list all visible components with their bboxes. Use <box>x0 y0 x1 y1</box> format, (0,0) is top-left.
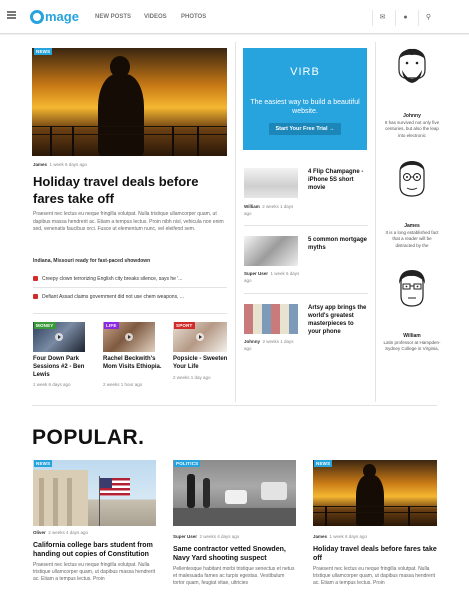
author-card: Johnny It has survived not only five cent… <box>383 113 441 139</box>
user-icon[interactable]: ● <box>395 10 415 26</box>
post-meta: Super User 2 weeks 4 days ago <box>173 534 239 539</box>
nav-new-posts[interactable]: NEW POSTS <box>95 14 131 20</box>
post-meta: Super User 1 week 6 days ago <box>244 270 304 284</box>
category-badge[interactable]: MONEY <box>34 322 56 329</box>
category-badge[interactable]: NEWS <box>34 460 53 467</box>
post-thumbnail[interactable] <box>244 304 298 334</box>
post-time: 1 week 6 days ago <box>33 382 71 387</box>
nav-photos[interactable]: PHOTOS <box>181 14 206 20</box>
link-icon <box>33 276 38 281</box>
post-thumbnail[interactable] <box>313 460 437 526</box>
post-time: 2 weeks 1 hour ago <box>103 382 143 387</box>
post-meta: Johnny 2 weeks 1 days ago <box>244 338 302 352</box>
section-heading: POPULAR. <box>32 426 145 449</box>
post-meta: William 2 weeks 1 days ago <box>244 203 300 217</box>
author-bio: It is a long established fact that a rea… <box>385 229 439 248</box>
post-author[interactable]: William <box>244 204 260 209</box>
post-time: 1 week 6 days ago <box>329 534 368 539</box>
post-title[interactable]: Holiday travel deals before fares take o… <box>313 545 441 563</box>
post-title[interactable]: Rachel Beckwith's Mom Visits Ethiopia. <box>103 355 163 371</box>
play-icon <box>55 333 63 341</box>
post-title[interactable]: 4 Flip Champagne - iPhone 5S short movie <box>308 168 368 192</box>
category-badge[interactable]: POLITICS <box>174 460 201 467</box>
author-bio: Latin professor at Hampden-Sydney Colleg… <box>383 339 441 352</box>
post-author[interactable]: Super User <box>173 534 197 539</box>
free-trial-button[interactable]: Start Your Free Trial → <box>269 123 341 135</box>
author-card: William Latin professor at Hampden-Sydney… <box>383 333 441 353</box>
share-icon[interactable]: ✉ <box>372 10 392 26</box>
featured-image[interactable] <box>32 48 227 156</box>
author-card: James It is a long established fact that … <box>383 223 441 249</box>
search-icon[interactable]: ⚲ <box>418 10 438 26</box>
post-time: 1 week 6 days ago <box>49 162 88 167</box>
post-meta: Oliver 2 weeks 4 days ago <box>33 530 88 535</box>
author-bio: It has survived not only five centuries,… <box>384 119 440 138</box>
post-author[interactable]: Oliver <box>33 530 46 535</box>
post-author[interactable]: James <box>33 162 47 167</box>
post-author[interactable]: Johnny <box>244 339 260 344</box>
link-icon <box>33 294 38 299</box>
post-excerpt: Praesent nec lectus eu neque fringilla v… <box>313 566 436 586</box>
post-time: 2 weeks 4 days ago <box>199 534 240 539</box>
post-author[interactable]: Super User <box>244 271 268 276</box>
post-title[interactable]: California college bars student from han… <box>33 541 161 559</box>
featured-excerpt: Praesent nec lectus eu neque fringilla v… <box>33 211 224 232</box>
post-time: 2 weeks 1 day ago <box>173 375 211 380</box>
ad-text: The easiest way to build a beautiful web… <box>250 99 360 115</box>
post-excerpt: Pellentesque habitant morbi tristique se… <box>173 566 295 586</box>
related-link[interactable]: Defiant Assad claims government did not … <box>33 294 184 300</box>
post-author[interactable]: James <box>313 534 327 539</box>
menu-icon[interactable] <box>7 11 16 19</box>
category-badge[interactable]: NEWS <box>314 460 333 467</box>
author-avatar-illustration[interactable] <box>394 160 430 200</box>
category-badge[interactable]: NEWS <box>34 48 53 55</box>
play-icon <box>125 333 133 341</box>
post-thumbnail[interactable] <box>244 168 298 198</box>
site-logo[interactable]: mage <box>30 9 79 24</box>
post-title[interactable]: Four Down Park Sessions #2 - Ben Lewis <box>33 355 91 379</box>
top-bar: mage NEW POSTS VIDEOS PHOTOS ✉ ● ⚲ <box>0 0 469 34</box>
post-title[interactable]: Popsicle - Sweeten Your Life <box>173 355 231 371</box>
post-thumbnail[interactable] <box>33 460 156 526</box>
category-badge[interactable]: SPORT <box>174 322 195 329</box>
featured-title[interactable]: Holiday travel deals before fares take o… <box>33 173 228 207</box>
category-badge[interactable]: LIFE <box>104 322 119 329</box>
post-meta: James 1 week 6 days ago <box>33 162 87 167</box>
author-avatar-illustration[interactable] <box>394 270 430 310</box>
ad-logo: VIRB <box>290 66 320 78</box>
post-title[interactable]: Same contractor vetted Snowden, Navy Yar… <box>173 545 301 563</box>
post-title[interactable]: 5 common mortgage myths <box>308 236 368 252</box>
nav-videos[interactable]: VIDEOS <box>144 14 167 20</box>
related-link[interactable]: Creepy clown terrorizing English city br… <box>33 276 182 282</box>
post-excerpt: Praesent nec lectus eu neque fringilla v… <box>33 562 156 582</box>
post-title[interactable]: Artsy app brings the world's greatest ma… <box>308 304 368 336</box>
post-thumbnail[interactable] <box>244 236 298 266</box>
post-meta: James 1 week 6 days ago <box>313 534 367 539</box>
ad-banner[interactable]: VIRB The easiest way to build a beautifu… <box>243 48 367 150</box>
post-thumbnail[interactable] <box>173 460 296 526</box>
author-avatar-illustration[interactable] <box>394 48 430 88</box>
related-heading[interactable]: Indiana, Missouri ready for fast-paced s… <box>33 258 150 264</box>
play-icon <box>196 333 204 341</box>
logo-icon <box>30 10 44 24</box>
post-time: 2 weeks 4 days ago <box>48 530 89 535</box>
